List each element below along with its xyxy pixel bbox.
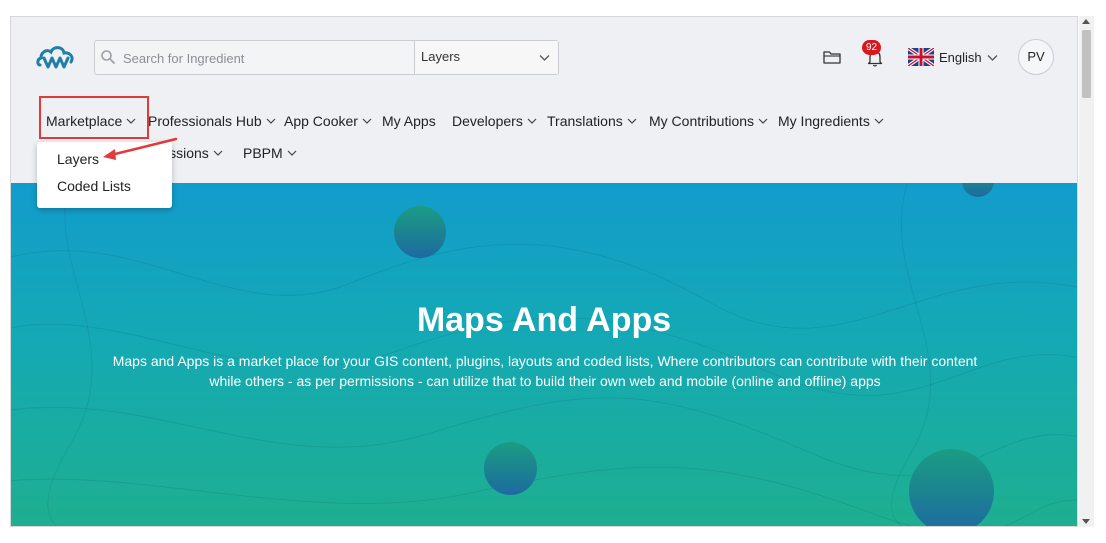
chevron-down-icon (539, 55, 550, 61)
chevron-down-icon (362, 118, 372, 124)
notification-badge: 92 (862, 40, 881, 55)
vertical-scrollbar[interactable] (1079, 16, 1094, 527)
search-input[interactable] (123, 47, 408, 69)
dropdown-item-coded-lists[interactable]: Coded Lists (57, 178, 131, 194)
chevron-down-icon (987, 54, 998, 61)
search-bar: Layers (94, 40, 559, 75)
nav-item-my-apps[interactable]: My Apps (382, 113, 436, 129)
nav-item-translations[interactable]: Translations (547, 113, 637, 129)
chevron-down-icon (527, 118, 537, 124)
scroll-down-arrow[interactable] (1082, 519, 1090, 524)
chevron-down-icon (874, 118, 884, 124)
decor-bubble (909, 449, 994, 526)
chevron-down-icon (627, 118, 637, 124)
chevron-down-icon (758, 118, 768, 124)
nav-item-app-cooker[interactable]: App Cooker (284, 113, 372, 129)
hero-title: Maps And Apps (416, 301, 672, 339)
nav-item-label: PBPM (243, 145, 283, 161)
logo-icon[interactable] (36, 43, 76, 71)
nav-item-label: Professionals Hub (148, 113, 262, 129)
chevron-down-icon (213, 150, 223, 156)
dropdown-item-layers[interactable]: Layers (57, 151, 99, 167)
nav-item-label: App Cooker (284, 113, 358, 129)
marketplace-highlight-box (39, 96, 149, 139)
nav-item-pbpm[interactable]: PBPM (243, 145, 297, 161)
nav-item-developers[interactable]: Developers (452, 113, 537, 129)
annotation-arrow-icon (103, 137, 178, 160)
nav-item-label: My Contributions (649, 113, 755, 129)
language-label: English (939, 49, 982, 65)
category-select[interactable]: Layers (415, 41, 558, 74)
language-selector[interactable]: English (908, 47, 998, 67)
hero-banner: Maps And Apps Maps and Apps is a market … (11, 183, 1077, 526)
nav-item-label: My Ingredients (778, 113, 870, 129)
hero-description: Maps and Apps is a market place for your… (112, 353, 978, 389)
scroll-up-arrow[interactable] (1082, 19, 1090, 24)
browser-page: Layers 92 English (10, 16, 1078, 527)
folder-icon[interactable] (823, 49, 841, 65)
nav-item-professionals-hub[interactable]: Professionals Hub (148, 113, 276, 129)
user-avatar[interactable]: PV (1018, 39, 1054, 75)
decor-bubble (394, 206, 446, 258)
search-icon[interactable] (100, 49, 116, 65)
chevron-down-icon (266, 118, 276, 124)
nav-item-label: My Apps (382, 113, 436, 129)
category-select-value: Layers (421, 49, 461, 64)
nav-item-label: Translations (547, 113, 623, 129)
nav-item-label: Developers (452, 113, 523, 129)
nav-item-my-contributions[interactable]: My Contributions (649, 113, 768, 129)
uk-flag-icon (908, 48, 934, 66)
nav-item-my-ingredients[interactable]: My Ingredients (778, 113, 884, 129)
scrollbar-thumb[interactable] (1082, 30, 1091, 98)
chevron-down-icon (287, 150, 297, 156)
decor-bubble (484, 442, 537, 495)
